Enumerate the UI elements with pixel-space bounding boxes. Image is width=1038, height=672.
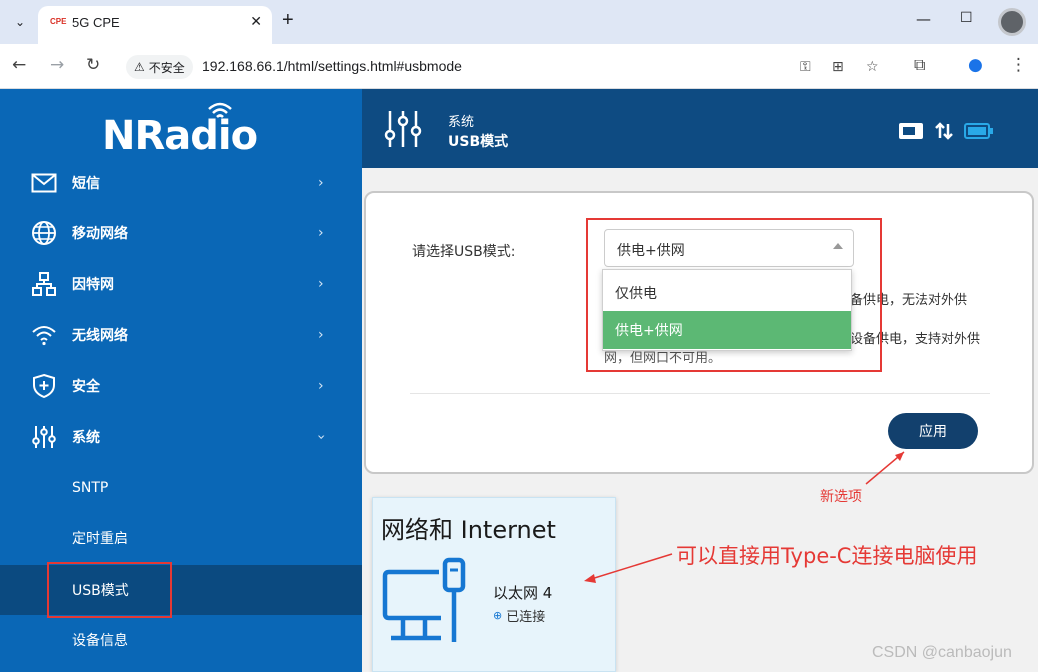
sidebar-subitem-label: SNTP bbox=[72, 480, 109, 496]
sidebar-item-internet[interactable]: 因特网 › bbox=[0, 259, 362, 309]
sidebar-item-sms[interactable]: 短信 › bbox=[0, 158, 362, 208]
network-icon bbox=[30, 270, 58, 298]
sidebar-subitem-label: 定时重启 bbox=[72, 531, 128, 547]
status-icons bbox=[898, 121, 994, 141]
network-panel: 网络和 Internet 以太网 4 ⊕ 已连接 bbox=[372, 497, 616, 672]
warning-icon: ⚠ bbox=[134, 60, 145, 74]
network-panel-title: 网络和 Internet bbox=[381, 516, 556, 544]
minimize-icon[interactable]: — bbox=[916, 10, 931, 28]
data-transfer-icon bbox=[935, 122, 953, 140]
sidebar-item-security[interactable]: 安全 › bbox=[0, 361, 362, 411]
browser-toolbar: ← → ↻ ⚠ 不安全 192.168.66.1/html/settings.h… bbox=[0, 44, 1038, 89]
browser-tab[interactable]: CPE 5G CPE ✕ bbox=[38, 6, 272, 44]
page-title: USB模式 bbox=[448, 134, 509, 150]
sidebar-subitem-scheduled-reboot[interactable]: 定时重启 bbox=[0, 513, 362, 563]
battery-icon bbox=[964, 123, 993, 139]
annotation-typec: 可以直接用Type-C连接电脑使用 bbox=[676, 544, 978, 568]
logo-wifi-icon bbox=[208, 102, 232, 118]
tab-close-icon[interactable]: ✕ bbox=[250, 14, 262, 30]
globe-small-icon: ⊕ bbox=[493, 609, 503, 622]
security-label: 不安全 bbox=[148, 60, 185, 75]
key-icon[interactable]: ⚿ bbox=[800, 59, 811, 75]
maximize-icon[interactable]: ☐ bbox=[960, 10, 973, 26]
bookmark-star-icon[interactable]: ☆ bbox=[866, 59, 879, 75]
divider bbox=[410, 393, 990, 394]
window-profile-icon[interactable] bbox=[998, 8, 1026, 36]
tab-search-chevron-icon[interactable]: ⌄ bbox=[8, 10, 32, 34]
chevron-right-icon: › bbox=[318, 327, 324, 343]
reload-icon[interactable]: ↻ bbox=[86, 55, 100, 75]
usb-mode-label: 请选择USB模式: bbox=[412, 244, 516, 260]
ethernet-computer-icon bbox=[382, 557, 466, 642]
highlight-box-dropdown bbox=[586, 218, 882, 372]
highlight-box-usb-mode bbox=[47, 562, 172, 618]
chevron-right-icon: › bbox=[318, 378, 324, 394]
profile-icon[interactable]: ● bbox=[968, 55, 983, 75]
extensions-icon[interactable]: ⧉ bbox=[914, 55, 925, 75]
sidebar-subitem-sntp[interactable]: SNTP bbox=[0, 463, 362, 513]
browser-tab-bar: ⌄ CPE 5G CPE ✕ + — ☐ bbox=[0, 0, 1038, 44]
security-chip[interactable]: ⚠ 不安全 bbox=[126, 55, 193, 79]
mail-icon bbox=[30, 169, 58, 197]
sidebar-subitem-device-info[interactable]: 设备信息 bbox=[0, 615, 362, 665]
chevron-right-icon: › bbox=[318, 276, 324, 292]
sidebar-item-system[interactable]: 系统 › bbox=[0, 412, 362, 462]
settings-sliders-icon bbox=[384, 111, 422, 147]
breadcrumb-section: 系统 bbox=[448, 115, 475, 130]
sliders-icon bbox=[30, 423, 58, 451]
annotation-new-option: 新选项 bbox=[820, 489, 862, 505]
sidebar-item-wireless[interactable]: 无线网络 › bbox=[0, 310, 362, 360]
address-bar[interactable]: ⚠ 不安全 192.168.66.1/html/settings.html#us… bbox=[120, 51, 900, 83]
sidebar-item-label: 短信 bbox=[72, 176, 100, 192]
sidebar-item-label: 因特网 bbox=[72, 277, 114, 293]
back-icon[interactable]: ← bbox=[12, 55, 26, 75]
more-menu-icon[interactable]: ⋮ bbox=[1010, 55, 1027, 75]
chevron-down-icon: › bbox=[312, 434, 329, 440]
sidebar: NRadio 短信 › 移动网络 › 因特网 › 无线网络 › 安全 › 系统 … bbox=[0, 89, 362, 672]
forward-icon[interactable]: → bbox=[50, 55, 64, 75]
adapter-status: ⊕ 已连接 bbox=[493, 606, 545, 625]
translate-icon[interactable]: ⊞ bbox=[832, 59, 844, 75]
url-text[interactable]: 192.168.66.1/html/settings.html#usbmode bbox=[202, 58, 462, 74]
page-header: 系统 USB模式 bbox=[362, 89, 1038, 168]
globe-icon bbox=[30, 219, 58, 247]
sidebar-item-label: 无线网络 bbox=[72, 328, 128, 344]
adapter-name: 以太网 4 bbox=[493, 584, 553, 602]
new-tab-icon[interactable]: + bbox=[282, 9, 294, 32]
apply-button[interactable]: 应用 bbox=[888, 413, 978, 449]
shield-plus-icon bbox=[30, 372, 58, 400]
wifi-icon bbox=[30, 321, 58, 349]
chevron-right-icon: › bbox=[318, 225, 324, 241]
sidebar-item-label: 移动网络 bbox=[72, 226, 128, 242]
chevron-right-icon: › bbox=[318, 175, 324, 191]
sidebar-item-label: 安全 bbox=[72, 379, 100, 395]
sidebar-subitem-label: 设备信息 bbox=[72, 633, 128, 649]
tab-title: 5G CPE bbox=[72, 15, 120, 30]
adapter-status-text: 已连接 bbox=[506, 610, 546, 625]
sidebar-item-label: 系统 bbox=[72, 430, 100, 446]
sim-card-icon bbox=[899, 123, 923, 139]
watermark: CSDN @canbaojun bbox=[872, 644, 1012, 661]
sidebar-item-mobile-network[interactable]: 移动网络 › bbox=[0, 208, 362, 258]
favicon-icon: CPE bbox=[50, 17, 67, 26]
